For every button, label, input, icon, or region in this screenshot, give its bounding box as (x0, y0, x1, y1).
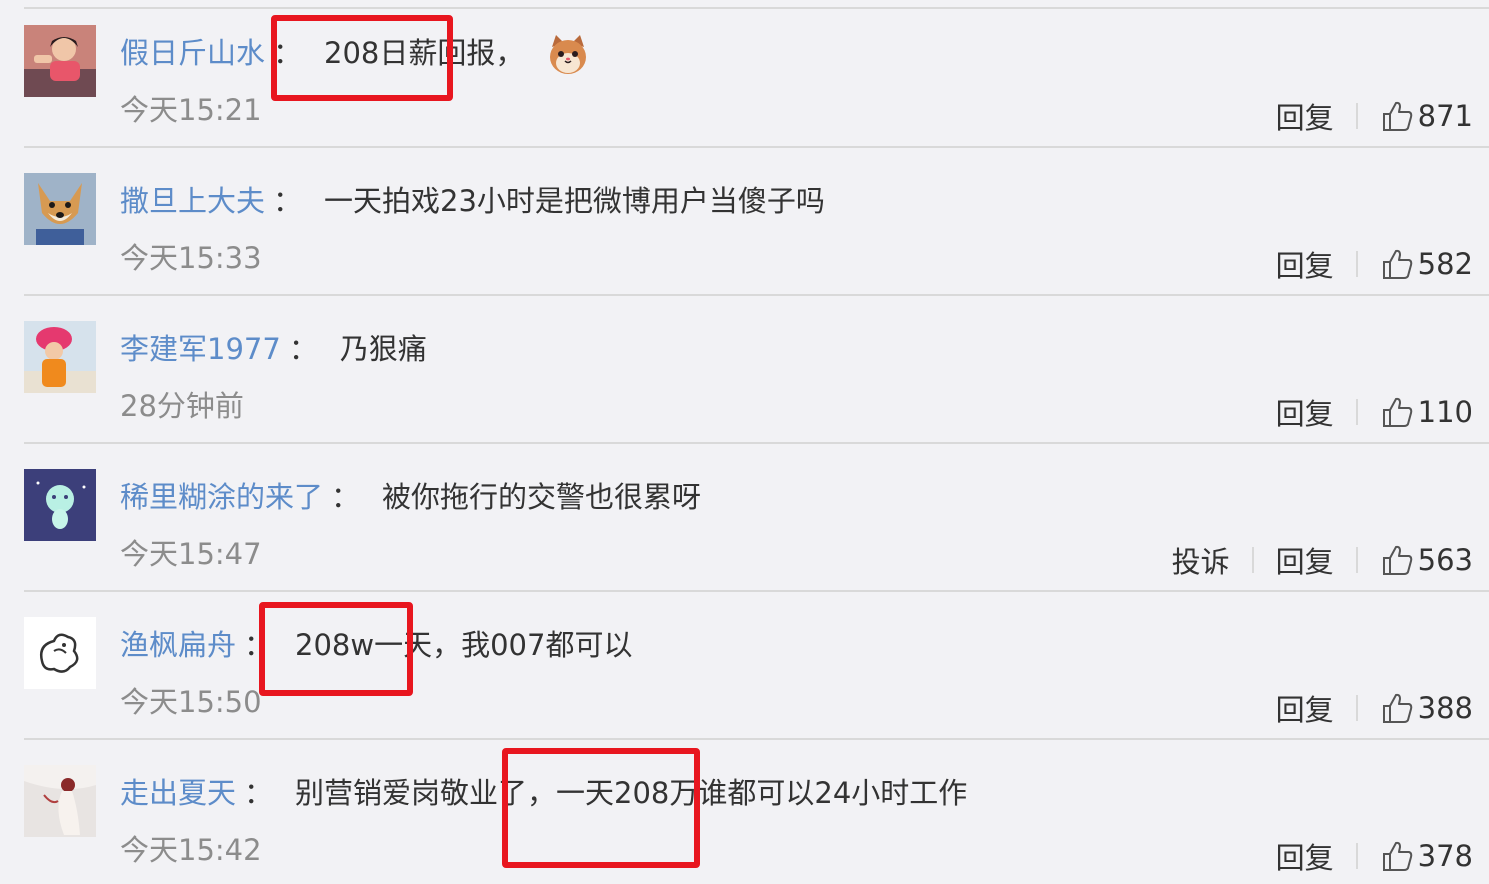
timestamp: 28分钟前 (120, 389, 244, 423)
avatar[interactable] (24, 469, 96, 541)
like-button[interactable]: 871 (1380, 99, 1473, 133)
action-separator (1355, 399, 1358, 425)
action-separator (1355, 695, 1358, 721)
username[interactable]: 撒旦上大夫 (120, 184, 265, 218)
thumbs-up-icon (1382, 101, 1412, 131)
comment-actions: 回复 388 (1276, 686, 1473, 730)
comment-actions: 回复 378 (1276, 834, 1473, 878)
comment-list: 假日斤山水： 208日薪回报， 今天15:21 回复 871 撒旦上大夫 ： 一… (0, 0, 1489, 884)
avatar[interactable] (24, 25, 96, 97)
username[interactable]: 走出夏天 (120, 776, 236, 810)
avatar[interactable] (24, 321, 96, 393)
like-count: 110 (1417, 395, 1473, 429)
comment-text: 一天拍戏23小时是把微博用户当傻子吗 (324, 184, 825, 218)
thumbs-up-icon (1382, 693, 1412, 723)
colon: ： (244, 628, 274, 662)
comment-text: 208w一天，我007都可以 (295, 628, 633, 662)
comment-line: 撒旦上大夫： 一天拍戏23小时是把微博用户当傻子吗 (120, 181, 825, 221)
like-count: 388 (1417, 691, 1473, 725)
action-separator (1251, 547, 1254, 573)
comment-actions: 回复 871 (1276, 94, 1473, 138)
like-button[interactable]: 378 (1380, 839, 1473, 873)
thumbs-up-icon (1382, 249, 1412, 279)
reply-link[interactable]: 回复 (1276, 539, 1334, 581)
timestamp: 今天15:47 (120, 537, 262, 571)
comment-item: 撒旦上大夫： 一天拍戏23小时是把微博用户当傻子吗 今天15:33 回复 582 (0, 148, 1489, 296)
like-count: 871 (1417, 99, 1473, 133)
action-separator (1355, 843, 1358, 869)
comment-actions: 投诉 回复 563 (1172, 538, 1473, 582)
username[interactable]: 李建军1977 (120, 332, 281, 366)
timestamp: 今天15:50 (120, 685, 262, 719)
comment-item: 渔枫扁舟： 208w一天，我007都可以 今天15:50 回复 388 (0, 592, 1489, 740)
like-button[interactable]: 563 (1380, 543, 1473, 577)
thumbs-up-icon (1382, 841, 1412, 871)
avatar[interactable] (24, 617, 96, 689)
comment-line: 渔枫扁舟： 208w一天，我007都可以 (120, 625, 632, 665)
comment-text: 208日薪回报， (324, 36, 525, 70)
action-separator (1355, 251, 1358, 277)
like-button[interactable]: 110 (1380, 395, 1473, 429)
like-button[interactable]: 582 (1380, 247, 1473, 281)
comment-actions: 回复 110 (1276, 390, 1473, 434)
comment-actions: 回复 582 (1276, 242, 1473, 286)
colon: ： (244, 776, 274, 810)
timestamp: 今天15:33 (120, 241, 262, 275)
reply-link[interactable]: 回复 (1276, 835, 1334, 877)
action-separator (1355, 103, 1358, 129)
timestamp: 今天15:21 (120, 93, 262, 127)
comment-line: 走出夏天： 别营销爱岗敬业了，一天208万谁都可以24小时工作 (120, 773, 967, 813)
colon: ： (288, 332, 318, 366)
comment-line: 假日斤山水： 208日薪回报， (120, 33, 590, 77)
like-button[interactable]: 388 (1380, 691, 1473, 725)
comment-item: 假日斤山水： 208日薪回报， 今天15:21 回复 871 (0, 0, 1489, 148)
comment-line: 稀里糊涂的来了： 被你拖行的交警也很累呀 (120, 477, 701, 517)
colon: ： (331, 480, 361, 514)
report-link[interactable]: 投诉 (1172, 539, 1230, 581)
like-count: 563 (1417, 543, 1473, 577)
comment-item: 稀里糊涂的来了： 被你拖行的交警也很累呀 今天15:47 投诉 回复 563 (0, 444, 1489, 592)
colon: ： (273, 36, 303, 70)
reply-link[interactable]: 回复 (1276, 95, 1334, 137)
username[interactable]: 稀里糊涂的来了 (120, 480, 323, 514)
comment-text: 被你拖行的交警也很累呀 (382, 480, 702, 514)
avatar[interactable] (24, 173, 96, 245)
comment-text: 别营销爱岗敬业了，一天208万谁都可以24小时工作 (295, 776, 968, 810)
thumbs-up-icon (1382, 397, 1412, 427)
reply-link[interactable]: 回复 (1276, 391, 1334, 433)
colon: ： (273, 184, 303, 218)
comment-line: 李建军1977： 乃狠痛 (120, 329, 427, 369)
reply-link[interactable]: 回复 (1276, 687, 1334, 729)
like-count: 582 (1417, 247, 1473, 281)
timestamp: 今天15:42 (120, 833, 262, 867)
reply-link[interactable]: 回复 (1276, 243, 1334, 285)
comment-item: 李建军1977： 乃狠痛 28分钟前 回复 110 (0, 296, 1489, 444)
comment-item: 走出夏天： 别营销爱岗敬业了，一天208万谁都可以24小时工作 今天15:42 回… (0, 740, 1489, 884)
username[interactable]: 渔枫扁舟 (120, 628, 236, 662)
thumbs-up-icon (1382, 545, 1412, 575)
avatar[interactable] (24, 765, 96, 837)
action-separator (1355, 547, 1358, 573)
comment-text: 乃狠痛 (339, 332, 427, 366)
username[interactable]: 假日斤山水 (120, 36, 265, 70)
like-count: 378 (1417, 839, 1473, 873)
cat-face-icon (546, 33, 590, 77)
